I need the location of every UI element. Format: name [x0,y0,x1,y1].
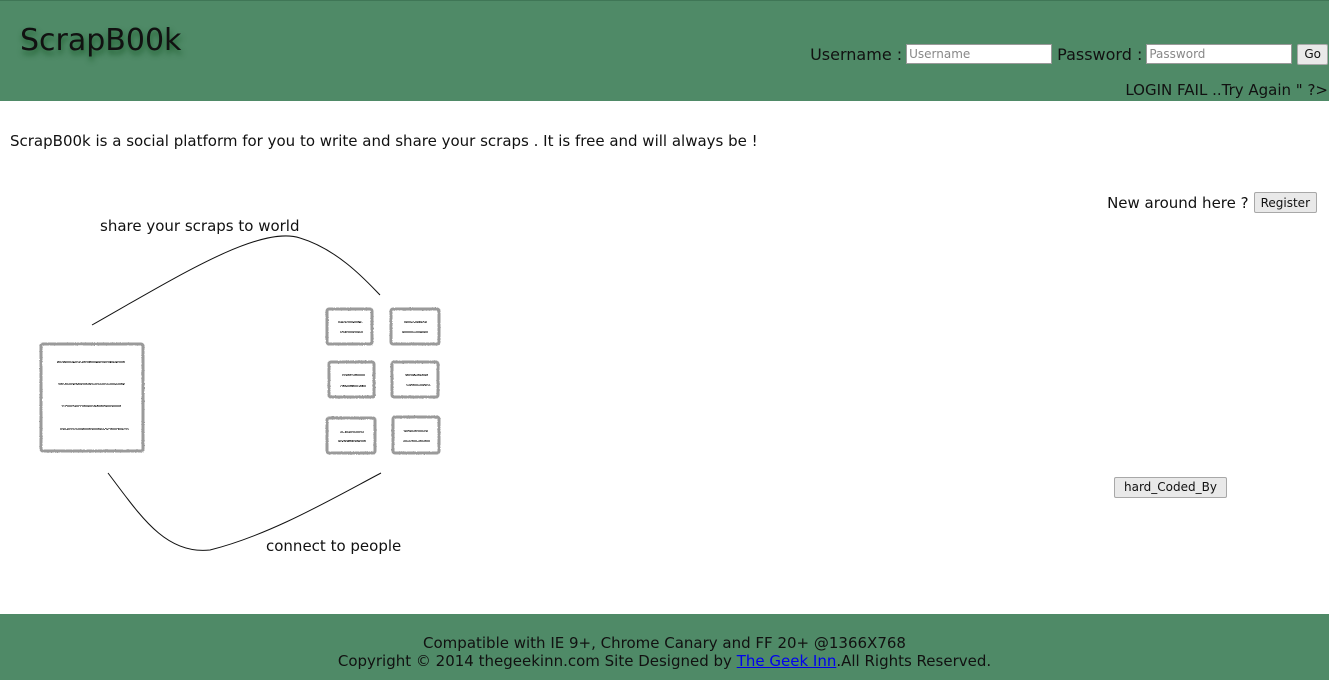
scrap-card [390,360,440,399]
scrap-card [389,307,441,346]
intro-text: ScrapB00k is a social platform for you t… [10,132,758,150]
login-fail-message: LOGIN FAIL ..Try Again " ?> [1125,81,1328,99]
scrap-card [327,360,376,399]
document-icon [39,342,145,453]
scrap-card [325,307,374,346]
geek-inn-link[interactable]: The Geek Inn [737,652,837,670]
copyright-prefix: Copyright © 2014 thegeekinn.com Site Des… [337,652,737,670]
top-connector-curve [91,235,381,326]
share-caption: share your scraps to world [100,217,300,235]
scrap-cards-grid [325,307,441,455]
copyright-text: Copyright © 2014 thegeekinn.com Site Des… [0,652,1329,670]
scrap-card [391,415,441,455]
connect-caption: connect to people [266,537,402,555]
hard-coded-by-button[interactable]: hard_Coded_By [1114,476,1227,498]
register-area: New around here ? Register [1107,192,1317,213]
new-around-text: New around here ? [1107,193,1249,212]
scrap-sharing-diagram: share your scraps to world connect to pe… [0,205,460,569]
site-logo[interactable]: ScrapB00k [20,23,181,58]
username-label: Username : [810,44,903,64]
copyright-suffix: .All Rights Reserved. [836,652,992,670]
scrap-card [325,416,377,455]
go-button[interactable]: Go [1297,43,1328,65]
password-label: Password : [1057,44,1143,64]
site-header: ScrapB00k Username : Password : Go LOGIN… [0,0,1329,101]
hardcoded-area: hard_Coded_By [1114,476,1227,498]
compatibility-text: Compatible with IE 9+, Chrome Canary and… [423,634,906,652]
username-input[interactable] [906,44,1053,64]
diagram-illustration [39,235,441,551]
site-footer: Compatible with IE 9+, Chrome Canary and… [0,614,1329,680]
login-form: Username : Password : Go [810,42,1328,66]
register-button[interactable]: Register [1253,192,1317,213]
password-input[interactable] [1146,44,1293,64]
